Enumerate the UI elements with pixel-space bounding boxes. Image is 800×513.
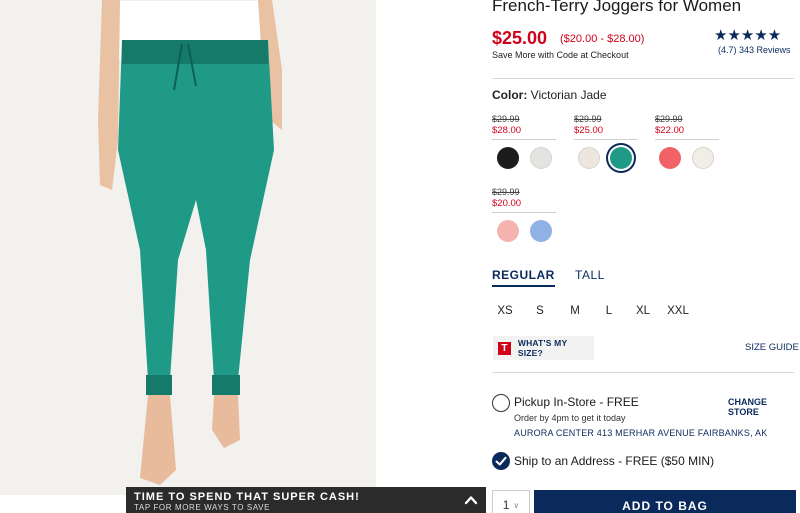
divider — [492, 372, 794, 373]
reviews-link[interactable]: (4.7) 343 Reviews — [718, 45, 800, 55]
whats-my-size-button[interactable]: T WHAT'S MY SIZE? — [493, 336, 594, 360]
quantity-select[interactable]: 1 ∨ — [492, 490, 530, 513]
product-title: French-Terry Joggers for Women — [492, 0, 742, 15]
swatch-black[interactable] — [497, 147, 519, 169]
current-price: $25.00 — [492, 28, 548, 48]
swatch-cream[interactable] — [692, 147, 714, 169]
price-group-original: $29.99 — [655, 114, 683, 124]
divider — [492, 78, 794, 79]
size-l[interactable]: L — [595, 305, 623, 317]
price-group-4: $29.99 $20.00 — [492, 187, 556, 213]
chevron-down-icon: ∨ — [513, 500, 520, 510]
add-to-bag-button[interactable]: ADD TO BAG — [534, 490, 796, 513]
order-by-note: Order by 4pm to get it today — [514, 413, 626, 423]
chevron-up-icon[interactable] — [464, 493, 478, 507]
ship-radio[interactable] — [492, 452, 510, 470]
color-value: Victorian Jade — [530, 88, 607, 102]
pickup-label[interactable]: Pickup In-Store - FREE — [514, 395, 639, 409]
price-group-sale: $25.00 — [574, 125, 604, 136]
rating-widget[interactable]: ★★★★★ (4.7) 343 Reviews — [714, 28, 800, 55]
whats-my-size-label: WHAT'S MY SIZE? — [517, 338, 568, 358]
change-store-link[interactable]: CHANGE STORE — [728, 397, 800, 417]
size-xl[interactable]: XL — [629, 305, 657, 317]
size-s[interactable]: S — [526, 305, 554, 317]
promo-banner-title: TIME TO SPEND THAT SUPER CASH! — [134, 491, 360, 503]
promo-code-note: Save More with Code at Checkout — [492, 50, 629, 60]
color-selection-label: Color: Victorian Jade — [492, 88, 607, 102]
price-group-divider — [492, 139, 556, 140]
promo-banner[interactable]: TIME TO SPEND THAT SUPER CASH! TAP FOR M… — [126, 487, 486, 513]
price-group-original: $29.99 — [574, 114, 602, 124]
ship-label[interactable]: Ship to an Address - FREE ($50 MIN) — [514, 454, 714, 468]
swatch-pink[interactable] — [497, 220, 519, 242]
quantity-value: 1 — [502, 498, 510, 512]
price-range: ($20.00 - $28.00) — [560, 33, 645, 45]
price-group-original: $29.99 — [492, 114, 520, 124]
swatch-victorian-jade[interactable] — [610, 147, 632, 169]
price-group-divider — [655, 139, 719, 140]
swatch-blue[interactable] — [530, 220, 552, 242]
tab-tall[interactable]: TALL — [575, 268, 605, 282]
price-group-sale: $22.00 — [655, 125, 685, 136]
price-group-original: $29.99 — [492, 187, 520, 197]
price-group-1: $29.99 $28.00 — [492, 114, 556, 140]
price-group-2: $29.99 $25.00 — [574, 114, 638, 140]
price-group-divider — [574, 139, 638, 140]
product-image[interactable] — [0, 0, 376, 495]
price-group-sale: $20.00 — [492, 198, 522, 209]
true-fit-icon: T — [498, 341, 511, 355]
pickup-radio[interactable] — [492, 394, 510, 412]
tab-regular[interactable]: REGULAR — [492, 268, 555, 287]
swatch-oatmeal[interactable] — [578, 147, 600, 169]
price-group-divider — [492, 212, 556, 213]
joggers-model-illustration — [0, 0, 376, 495]
product-page: French-Terry Joggers for Women $25.00 ($… — [0, 0, 800, 513]
size-xs[interactable]: XS — [491, 305, 519, 317]
price-group-sale: $28.00 — [492, 125, 522, 136]
swatch-light-grey[interactable] — [530, 147, 552, 169]
price-group-3: $29.99 $22.00 — [655, 114, 719, 140]
size-guide-link[interactable]: SIZE GUIDE — [745, 342, 799, 353]
swatch-coral[interactable] — [659, 147, 681, 169]
size-xxl[interactable]: XXL — [664, 305, 692, 317]
checkmark-icon — [495, 456, 507, 466]
promo-banner-subtitle: TAP FOR MORE WAYS TO SAVE — [134, 503, 271, 512]
color-label: Color: — [492, 88, 528, 102]
size-m[interactable]: M — [561, 305, 589, 317]
store-address-link[interactable]: AURORA CENTER 413 MERHAR AVENUE FAIRBANK… — [514, 428, 767, 438]
rating-stars-icon: ★★★★★ — [714, 27, 782, 44]
